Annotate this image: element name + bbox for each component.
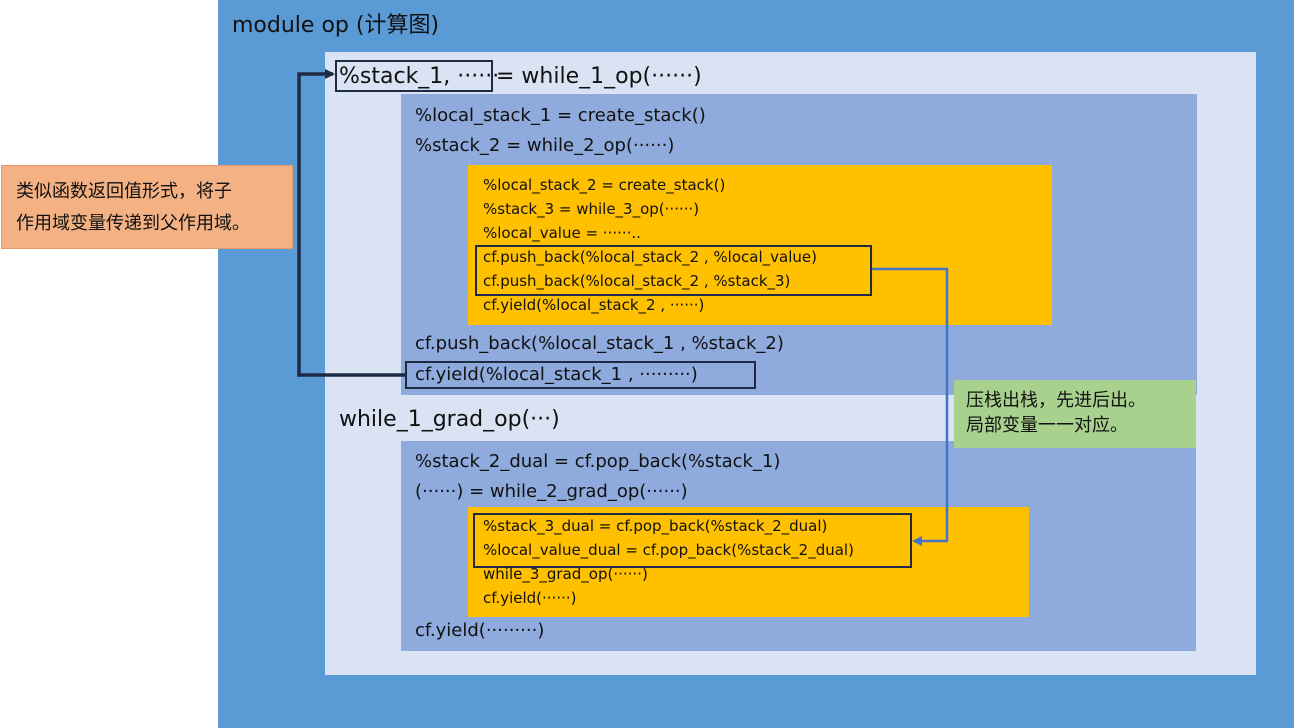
push-to-pop-arrow bbox=[872, 267, 949, 546]
yield-to-output-arrow bbox=[297, 69, 405, 377]
connector-arrows bbox=[297, 69, 949, 546]
